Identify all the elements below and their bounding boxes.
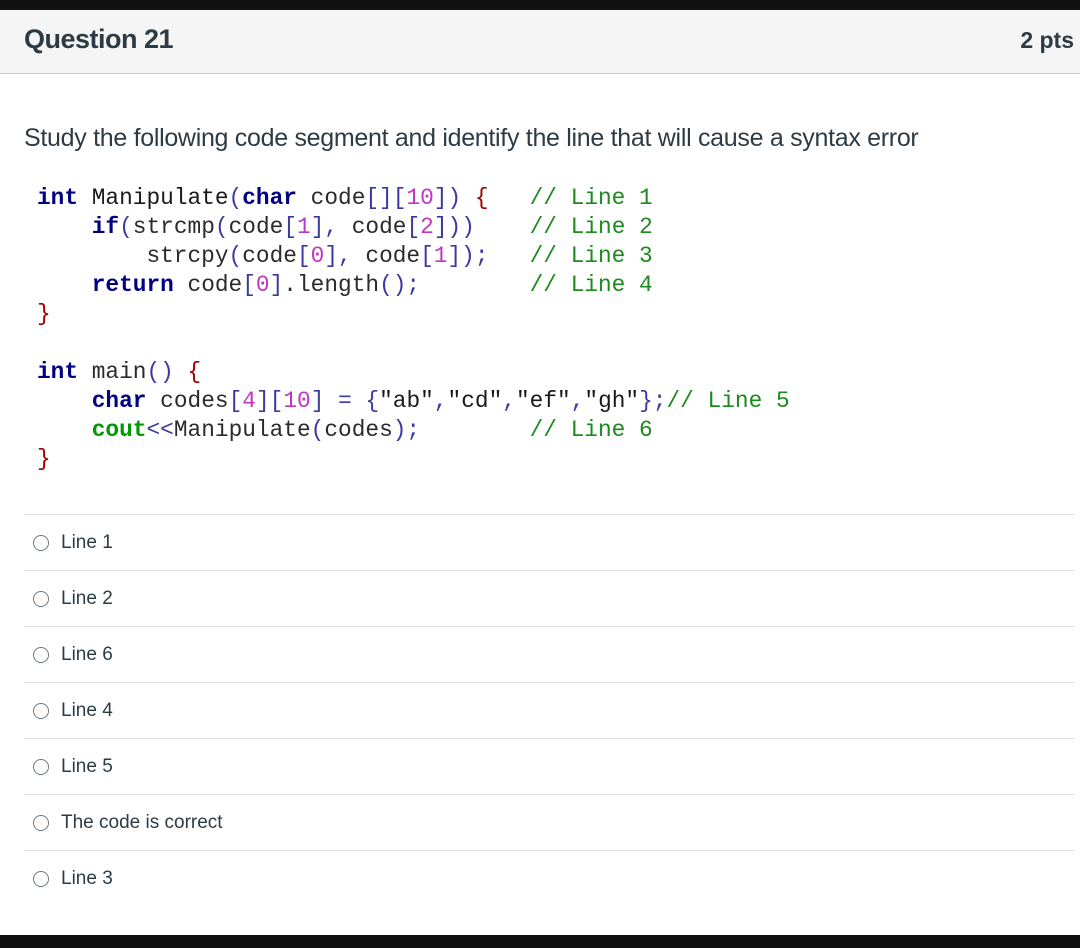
answer-option[interactable]: Line 2: [24, 570, 1075, 626]
radio-button[interactable]: [33, 758, 49, 775]
answer-options: Line 1 Line 2 Line 6 Line 4 Line 5 The c…: [24, 514, 1075, 906]
answer-option[interactable]: Line 1: [24, 514, 1075, 570]
radio-button[interactable]: [33, 646, 49, 663]
top-edge: [0, 0, 1080, 10]
answer-option[interactable]: Line 5: [24, 738, 1075, 794]
answer-label[interactable]: Line 6: [61, 644, 113, 666]
radio-button[interactable]: [33, 870, 49, 887]
question-header: Question 21 2 pts: [0, 10, 1080, 74]
code-line-4: return code[0].length(); // Line 4: [91, 272, 653, 298]
radio-button[interactable]: [33, 702, 49, 719]
code-segment: int Manipulate(char code[][10]) { // Lin…: [37, 184, 790, 474]
question-prompt: Study the following code segment and ide…: [24, 124, 919, 152]
code-line-6: cout<<Manipulate(codes); // Line 6: [91, 417, 653, 443]
answer-label[interactable]: Line 3: [61, 868, 113, 890]
answer-option[interactable]: Line 3: [24, 850, 1075, 906]
question-points: 2 pts: [1020, 27, 1074, 53]
answer-label[interactable]: Line 1: [61, 532, 113, 554]
code-line-close-1: }: [37, 301, 51, 327]
code-line-close-2: }: [37, 446, 51, 472]
code-line-main: int main() {: [37, 359, 202, 385]
answer-label[interactable]: The code is correct: [61, 812, 223, 834]
bottom-edge: [0, 935, 1080, 948]
code-line-5: char codes[4][10] = {"ab","cd","ef","gh"…: [91, 388, 790, 414]
answer-option[interactable]: The code is correct: [24, 794, 1075, 850]
code-line-1: int Manipulate(char code[][10]) { // Lin…: [37, 185, 653, 211]
question-title: Question 21: [24, 24, 174, 54]
radio-button[interactable]: [33, 534, 49, 551]
answer-label[interactable]: Line 4: [61, 700, 113, 722]
answer-option[interactable]: Line 6: [24, 626, 1075, 682]
code-line-3: strcpy(code[0], code[1]); // Line 3: [37, 243, 653, 269]
code-line-2: if(strcmp(code[1], code[2])) // Line 2: [91, 214, 653, 240]
radio-button[interactable]: [33, 590, 49, 607]
answer-option[interactable]: Line 4: [24, 682, 1075, 738]
radio-button[interactable]: [33, 814, 49, 831]
answer-label[interactable]: Line 2: [61, 588, 113, 610]
answer-label[interactable]: Line 5: [61, 756, 113, 778]
